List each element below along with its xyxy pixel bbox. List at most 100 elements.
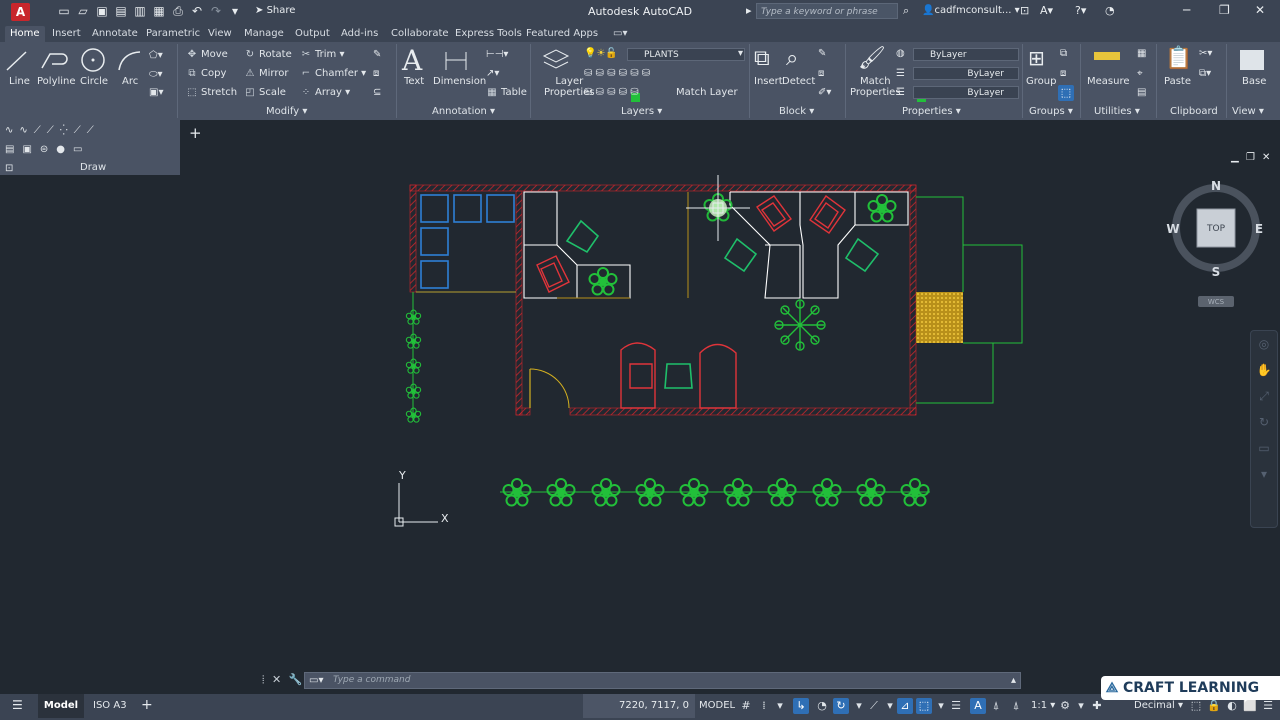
modify-panel-label[interactable]: Modify ▾ (266, 106, 307, 117)
dimension-button[interactable]: Dimension (433, 76, 486, 87)
rectangle-icon[interactable]: ▣▾ (149, 87, 163, 98)
text-button[interactable]: Text (404, 76, 424, 87)
zoom-extents-icon[interactable]: ⤢ (1251, 383, 1277, 409)
offset-icon[interactable]: ⊆ (373, 87, 381, 98)
line-button[interactable]: Line (9, 76, 30, 87)
quick-properties-icon[interactable]: ⬚ (1188, 698, 1204, 714)
close-icon[interactable]: ✕ (1255, 3, 1265, 17)
door[interactable] (529, 368, 570, 409)
redo-icon[interactable]: ↷ (209, 4, 223, 18)
qat-customize-icon[interactable]: ▾ (228, 4, 242, 18)
viewcube-east[interactable]: E (1255, 222, 1263, 236)
command-expand-icon[interactable]: ▴ (1011, 675, 1016, 686)
view-panel-label[interactable]: View ▾ (1232, 106, 1264, 117)
clipboard-panel-label[interactable]: Clipboard (1170, 106, 1218, 117)
layer-state-icons[interactable]: 💡☀🔓 (584, 48, 618, 59)
tab-layout-iso-a3[interactable]: ISO A3 (93, 700, 127, 711)
insert-button[interactable]: Insert (754, 76, 783, 87)
command-input[interactable]: Type a command (304, 672, 1021, 689)
viewcube[interactable] (1172, 184, 1260, 307)
tab-add-ins[interactable]: Add-ins (336, 26, 383, 42)
isodraft-menu-icon[interactable]: ▾ (882, 698, 898, 714)
tab-express-tools[interactable]: Express Tools (450, 26, 527, 42)
viewcube-ucs-menu[interactable]: WCS (1208, 298, 1225, 306)
command-customize-icon[interactable]: 🔧 (289, 673, 303, 686)
open-web-icon[interactable]: ▥ (133, 4, 147, 18)
autodesk-app-icon[interactable]: A▾ (1040, 4, 1053, 17)
measure-button[interactable]: Measure (1087, 76, 1130, 87)
viewcube-west[interactable]: W (1166, 222, 1179, 236)
lineweight-dropdown[interactable]: ByLayer (913, 86, 1019, 99)
grid-icon[interactable]: # (738, 698, 754, 714)
polar-menu-icon[interactable]: ▾ (851, 698, 867, 714)
layer-dropdown-arrow-icon[interactable]: ▾ (738, 48, 743, 59)
units-dropdown[interactable]: Decimal ▾ (1134, 700, 1183, 711)
explode-icon[interactable]: ⧈ (373, 68, 379, 79)
isodraft-icon[interactable]: ⟋ (866, 698, 882, 714)
isolate-objects-icon[interactable]: ◐ (1224, 698, 1240, 714)
layer-tools-row-1[interactable]: ⛁ ⛁ ⛁ ⛁ ⛁ ⛁ (584, 68, 650, 79)
transparency-icon[interactable] (952, 698, 968, 714)
add-layout-icon[interactable]: + (141, 697, 153, 713)
table-button[interactable]: ▦ Table (486, 87, 527, 98)
polar-tracking-icon[interactable]: ↻ (833, 698, 849, 714)
layers-panel-label[interactable]: Layers ▾ (621, 106, 662, 117)
arc-button[interactable]: Arc (122, 76, 138, 87)
color-dropdown[interactable]: ByLayer (913, 48, 1019, 61)
snap-menu-icon[interactable]: ▾ (772, 698, 788, 714)
group-select-icon[interactable]: ⬚ (1058, 85, 1074, 101)
clean-screen-icon[interactable]: ⬜ (1242, 698, 1258, 714)
annotation-monitor-icon[interactable]: ✚ (1089, 698, 1105, 714)
search-input[interactable]: Type a keyword or phrase (756, 3, 898, 19)
help-icon[interactable]: ?▾ (1075, 4, 1086, 17)
chamfer-button[interactable]: ⌐ Chamfer ▾ (300, 68, 366, 79)
command-close-icon[interactable]: ✕ (272, 673, 281, 686)
cut-icon[interactable]: ✂▾ (1199, 48, 1212, 59)
object-snap-tracking-icon[interactable]: ⊿ (897, 698, 913, 714)
annotation-visibility-icon[interactable]: ⍋ (988, 698, 1004, 714)
user-account[interactable]: 👤cadfmconsult... ▾ (922, 5, 1020, 16)
new-file-icon[interactable]: ▭ (57, 4, 71, 18)
auto-scale-icon[interactable]: ⍋ (1008, 698, 1024, 714)
base-button[interactable]: Base (1242, 76, 1266, 87)
tab-manage[interactable]: Manage (239, 26, 289, 42)
coordinate-readout[interactable]: 7220, 7117, 0 (583, 694, 695, 718)
steering-wheel-icon[interactable]: ◎ (1251, 331, 1277, 357)
linetype-dropdown[interactable]: ByLayer (913, 67, 1019, 80)
showmotion-icon[interactable]: ▭ (1251, 435, 1277, 461)
model-space-toggle[interactable]: MODEL (699, 700, 735, 711)
tab-parametric[interactable]: Parametric (141, 26, 205, 42)
array-button[interactable]: ⁘ Array ▾ (300, 87, 350, 98)
storage-cabinets[interactable] (420, 194, 515, 289)
linear-dim-icon[interactable]: ⊢⊣▾ (486, 49, 508, 60)
group-button[interactable]: Group (1026, 76, 1056, 87)
walls[interactable] (409, 184, 917, 416)
match-layer-button[interactable]: Match Layer (676, 87, 738, 98)
viewcube-top-face[interactable]: TOP (1206, 224, 1226, 234)
ellipse-icon[interactable]: ⬭▾ (149, 69, 163, 80)
block-create-icon[interactable]: ✎ (818, 48, 826, 59)
tab-output[interactable]: Output (290, 26, 335, 42)
tab-annotate[interactable]: Annotate (87, 26, 143, 42)
tab-view[interactable]: View (203, 26, 237, 42)
drawing-canvas[interactable]: Y X N S E W TOP WCS (0, 142, 1280, 692)
ortho-icon[interactable]: ↳ (793, 698, 809, 714)
lock-ui-icon[interactable]: 🔒 (1206, 698, 1222, 714)
scale-button[interactable]: ◰ Scale (244, 87, 286, 98)
orbit-icon[interactable]: ↻ (1251, 409, 1277, 435)
grated-planter[interactable] (916, 292, 963, 343)
polar-icon[interactable]: ◔ (814, 698, 830, 714)
tab-home[interactable]: Home (5, 26, 45, 42)
pan-icon[interactable]: ✋ (1251, 357, 1277, 383)
undo-icon[interactable]: ↶ (190, 4, 204, 18)
hamburger-menu-icon[interactable]: ☰ (12, 698, 23, 712)
viewcube-south[interactable]: S (1212, 265, 1221, 279)
viewcube-north[interactable]: N (1211, 179, 1221, 193)
save-as-icon[interactable]: ▤ (114, 4, 128, 18)
trim-button[interactable]: ✂ Trim ▾ (300, 49, 345, 60)
customization-icon[interactable]: ☰ (1260, 698, 1276, 714)
match-properties-button[interactable]: Match Properties (850, 76, 901, 98)
tab-collaborate[interactable]: Collaborate (386, 26, 454, 42)
autocad-app-icon[interactable]: A (11, 3, 30, 21)
tab-model[interactable]: Model (38, 694, 84, 718)
